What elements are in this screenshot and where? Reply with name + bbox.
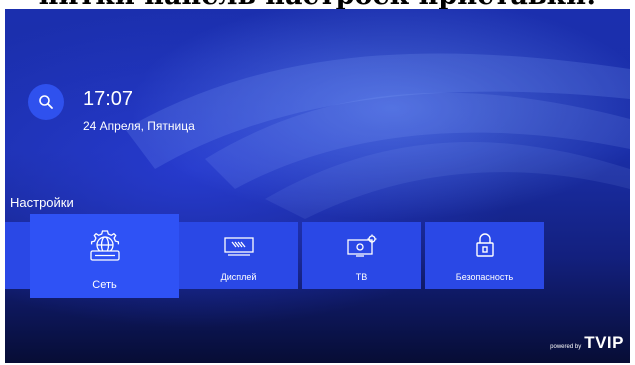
search-button[interactable]: [28, 84, 64, 120]
brand-name: TVIP: [584, 333, 624, 352]
brand-logo: powered by TVIP: [550, 333, 624, 353]
tile-security-label: Безопасность: [455, 272, 514, 282]
clock-date: 24 Апреля, Пятница: [83, 119, 195, 133]
brand-powered-by: powered by: [550, 344, 582, 350]
clock-time: 17:07: [83, 88, 134, 110]
network-gear-icon: [85, 229, 125, 263]
tv-settings-screen: 17:07 24 Апреля, Пятница Настройки Сеть: [5, 9, 630, 363]
tile-network[interactable]: Сеть: [30, 214, 179, 298]
section-title: Настройки: [10, 195, 74, 210]
tile-tv-label: ТВ: [355, 272, 368, 282]
lock-icon: [474, 233, 496, 258]
tile-network-label: Сеть: [92, 279, 117, 291]
tv-settings-icon: [346, 234, 378, 258]
display-icon: [223, 234, 255, 258]
tile-tv[interactable]: ТВ: [302, 222, 421, 289]
tile-display-label: Дисплей: [220, 272, 257, 282]
background-swoosh: [125, 53, 630, 219]
tile-edge: [5, 222, 30, 289]
tile-display[interactable]: Дисплей: [179, 222, 298, 289]
tile-security[interactable]: Безопасность: [425, 222, 544, 289]
search-icon: [39, 95, 53, 109]
page-caption: питки панель настроек приставки:: [0, 0, 635, 9]
